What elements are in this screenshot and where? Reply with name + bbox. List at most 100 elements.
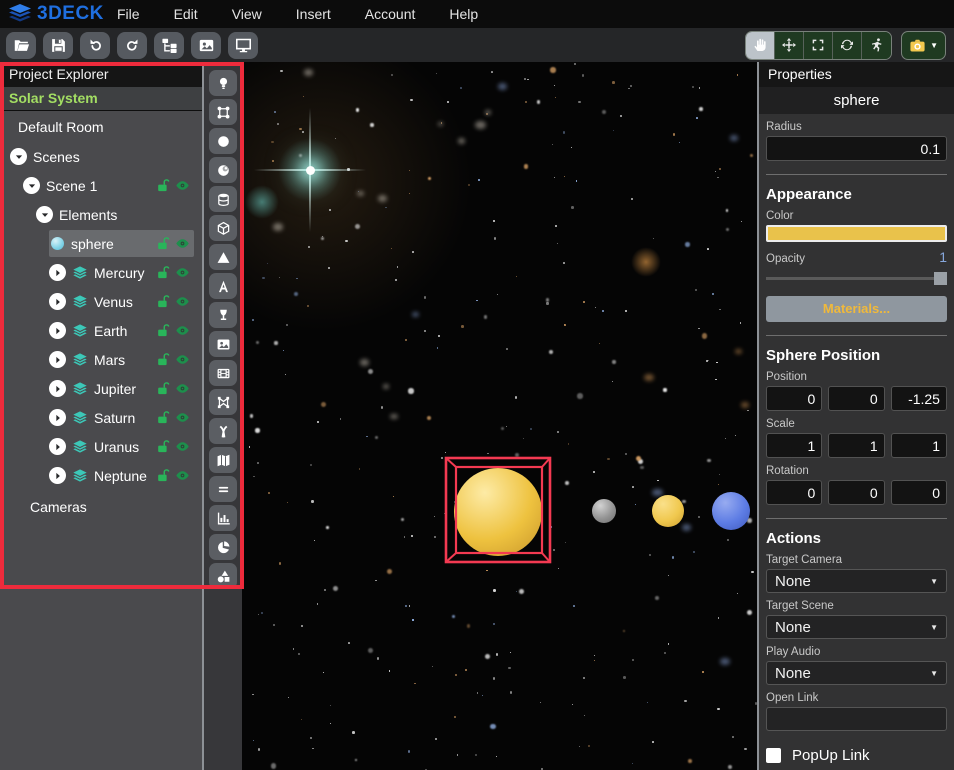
tree-item-mars[interactable]: Mars xyxy=(49,346,194,373)
opacity-slider-handle[interactable] xyxy=(934,272,947,285)
chevron-down-icon[interactable] xyxy=(23,177,40,194)
play-audio-select[interactable]: None ▼ xyxy=(766,661,947,685)
tree-item-mercury[interactable]: Mercury xyxy=(49,259,194,286)
tree-item-uranus[interactable]: Uranus xyxy=(49,433,194,460)
insert-ribbon-button[interactable] xyxy=(209,418,237,444)
lock-open-icon[interactable] xyxy=(155,294,171,310)
hierarchy-button[interactable] xyxy=(154,32,184,59)
planet-earth[interactable] xyxy=(712,492,750,530)
chevron-right-icon[interactable] xyxy=(49,380,66,397)
menu-item-account[interactable]: Account xyxy=(348,0,433,28)
target-scene-select[interactable]: None ▼ xyxy=(766,615,947,639)
position-z-input[interactable] xyxy=(891,386,947,411)
color-swatch[interactable] xyxy=(766,225,947,242)
insert-shapes-button[interactable] xyxy=(209,563,237,589)
save-button[interactable] xyxy=(43,32,73,59)
lock-open-icon[interactable] xyxy=(155,178,171,194)
menu-item-view[interactable]: View xyxy=(215,0,279,28)
menu-item-help[interactable]: Help xyxy=(432,0,495,28)
insert-equals-button[interactable] xyxy=(209,476,237,502)
eye-icon[interactable] xyxy=(174,381,190,397)
tree-item-elements[interactable]: Elements xyxy=(36,201,194,228)
chevron-right-icon[interactable] xyxy=(49,467,66,484)
planet-venus[interactable] xyxy=(652,495,684,527)
insert-spotlight-button[interactable] xyxy=(209,302,237,328)
insert-sphere3d-button[interactable] xyxy=(209,157,237,183)
eye-icon[interactable] xyxy=(174,439,190,455)
lock-open-icon[interactable] xyxy=(155,323,171,339)
tree-item-sphere[interactable]: sphere xyxy=(49,230,194,257)
room-name-row[interactable]: Default Room xyxy=(0,111,202,137)
lock-open-icon[interactable] xyxy=(155,236,171,252)
monitor-button[interactable] xyxy=(228,32,258,59)
project-name-row[interactable]: Solar System xyxy=(0,87,202,111)
lock-open-icon[interactable] xyxy=(155,381,171,397)
eye-icon[interactable] xyxy=(174,468,190,484)
tree-item-neptune[interactable]: Neptune xyxy=(49,462,194,489)
refresh-tool-button[interactable] xyxy=(833,32,862,59)
chevron-right-icon[interactable] xyxy=(49,293,66,310)
scale-z-input[interactable] xyxy=(891,433,947,458)
position-x-input[interactable] xyxy=(766,386,822,411)
image-button[interactable] xyxy=(191,32,221,59)
lock-open-icon[interactable] xyxy=(155,468,171,484)
open-folder-button[interactable] xyxy=(6,32,36,59)
tree-item-scenes[interactable]: Scenes xyxy=(10,143,194,170)
rotation-y-input[interactable] xyxy=(828,480,884,505)
menu-item-file[interactable]: File xyxy=(100,0,157,28)
chevron-down-icon[interactable] xyxy=(36,206,53,223)
insert-triangle-button[interactable] xyxy=(209,244,237,270)
popup-link-checkbox[interactable] xyxy=(766,748,781,763)
insert-text-button[interactable] xyxy=(209,273,237,299)
lock-open-icon[interactable] xyxy=(155,352,171,368)
scale-y-input[interactable] xyxy=(828,433,884,458)
eye-icon[interactable] xyxy=(174,352,190,368)
insert-film-button[interactable] xyxy=(209,360,237,386)
planet-mercury[interactable] xyxy=(592,499,616,523)
tree-item-earth[interactable]: Earth xyxy=(49,317,194,344)
eye-icon[interactable] xyxy=(174,410,190,426)
target-camera-select[interactable]: None ▼ xyxy=(766,569,947,593)
planet-sphere[interactable] xyxy=(454,468,542,556)
insert-polygon-button[interactable] xyxy=(209,389,237,415)
chevron-right-icon[interactable] xyxy=(49,409,66,426)
fullscreen-tool-button[interactable] xyxy=(804,32,833,59)
insert-cylinder-button[interactable] xyxy=(209,186,237,212)
insert-pie-chart-button[interactable] xyxy=(209,534,237,560)
redo-button[interactable] xyxy=(117,32,147,59)
opacity-slider[interactable] xyxy=(766,277,947,280)
hand-tool-button[interactable] xyxy=(746,32,775,59)
camera-mode-button[interactable]: ▼ xyxy=(901,31,946,60)
materials-button[interactable]: Materials... xyxy=(766,296,947,322)
tree-item-saturn[interactable]: Saturn xyxy=(49,404,194,431)
scale-x-input[interactable] xyxy=(766,433,822,458)
menu-item-edit[interactable]: Edit xyxy=(157,0,215,28)
insert-bar-chart-button[interactable] xyxy=(209,505,237,531)
open-link-input[interactable] xyxy=(766,707,947,731)
chevron-down-icon[interactable] xyxy=(10,148,27,165)
chevron-right-icon[interactable] xyxy=(49,322,66,339)
tree-item-venus[interactable]: Venus xyxy=(49,288,194,315)
rotation-z-input[interactable] xyxy=(891,480,947,505)
insert-map-button[interactable] xyxy=(209,447,237,473)
menu-item-insert[interactable]: Insert xyxy=(279,0,348,28)
eye-icon[interactable] xyxy=(174,323,190,339)
cameras-row[interactable]: Cameras xyxy=(0,491,202,517)
eye-icon[interactable] xyxy=(174,294,190,310)
eye-icon[interactable] xyxy=(174,178,190,194)
eye-icon[interactable] xyxy=(174,236,190,252)
run-tool-button[interactable] xyxy=(862,32,891,59)
position-y-input[interactable] xyxy=(828,386,884,411)
rotation-x-input[interactable] xyxy=(766,480,822,505)
radius-input[interactable] xyxy=(766,136,947,161)
chevron-right-icon[interactable] xyxy=(49,264,66,281)
chevron-right-icon[interactable] xyxy=(49,438,66,455)
eye-icon[interactable] xyxy=(174,265,190,281)
lock-open-icon[interactable] xyxy=(155,439,171,455)
insert-picture-button[interactable] xyxy=(209,331,237,357)
move-tool-button[interactable] xyxy=(775,32,804,59)
tree-item-jupiter[interactable]: Jupiter xyxy=(49,375,194,402)
insert-cube-button[interactable] xyxy=(209,215,237,241)
insert-circle-button[interactable] xyxy=(209,128,237,154)
lock-open-icon[interactable] xyxy=(155,410,171,426)
